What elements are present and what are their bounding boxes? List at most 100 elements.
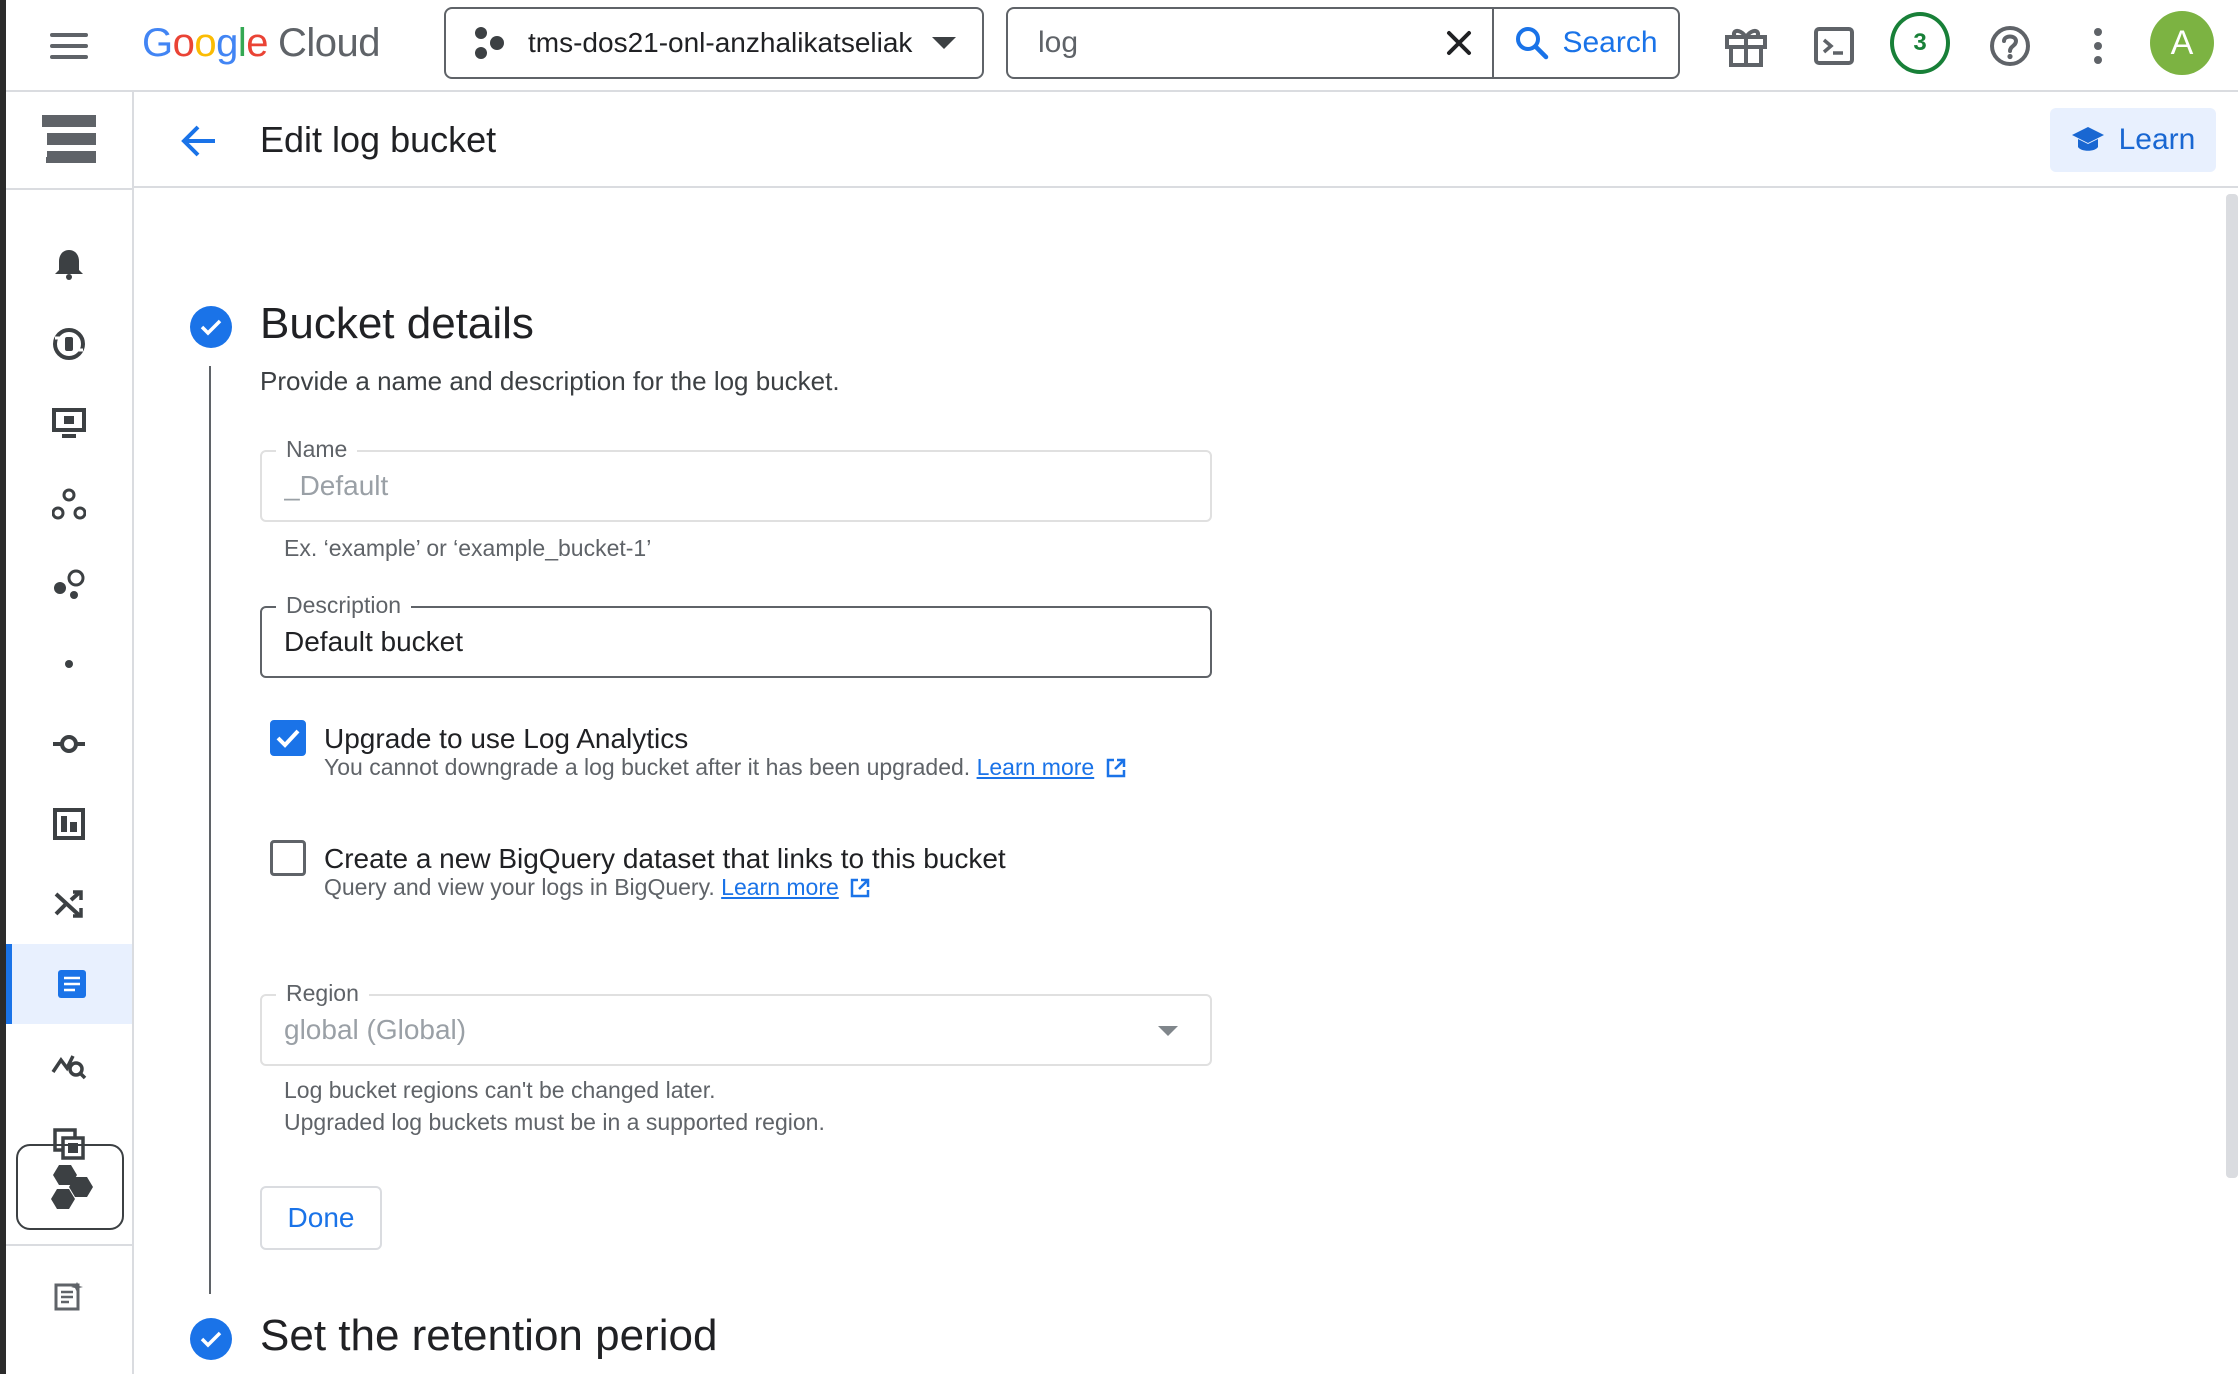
main-content: Bucket details Provide a name and descri… <box>134 190 2238 1374</box>
nav-tree-icon <box>42 115 96 163</box>
project-picker[interactable]: tms-dos21-onl-anzhalikatseliak <box>444 7 984 79</box>
dot-icon <box>65 660 73 668</box>
hexagons-icon <box>51 1165 93 1209</box>
search-input[interactable] <box>1008 9 1426 77</box>
chevron-down-icon <box>932 37 956 49</box>
bell-icon <box>55 250 83 280</box>
search-bar: Search <box>1006 7 1680 79</box>
menu-icon <box>50 33 88 37</box>
app-window: Google Cloud tms-dos21-onl-anzhalikatsel… <box>0 0 2238 1374</box>
bigquery-dataset-label[interactable]: Create a new BigQuery dataset that links… <box>324 842 1006 876</box>
rail-item-dashboards[interactable] <box>6 784 132 864</box>
rail-item-uptime[interactable] <box>6 304 132 384</box>
rail-toggle-button[interactable] <box>6 92 132 190</box>
rail-item-dot[interactable] <box>6 624 132 704</box>
open-in-new-icon <box>850 878 870 898</box>
bigquery-sub-text: Query and view your logs in BigQuery. <box>324 874 715 900</box>
region-value <box>262 996 1210 1064</box>
help-button[interactable] <box>1980 16 2040 76</box>
search-button[interactable]: Search <box>1492 9 1678 77</box>
rail-item-release-notes[interactable] <box>6 1256 132 1336</box>
search-icon <box>1516 27 1549 60</box>
rail-item-shuffle[interactable] <box>6 864 132 944</box>
trace-icon <box>54 569 85 599</box>
step-connector <box>209 366 211 1294</box>
back-button[interactable] <box>174 116 224 166</box>
rail-item-alerting[interactable] <box>6 224 132 304</box>
learn-button-label: Learn <box>2118 123 2196 156</box>
description-input[interactable] <box>262 608 1210 676</box>
cloud-shell-button[interactable] <box>1804 16 1864 76</box>
logo-letter: g <box>216 20 238 65</box>
more-options-button[interactable] <box>2068 16 2128 76</box>
main-menu-button[interactable] <box>50 24 98 68</box>
project-icon <box>472 26 506 60</box>
bigquery-learn-more-link[interactable]: Learn more <box>721 874 839 900</box>
product-nav-rail <box>6 92 134 1374</box>
uptime-icon <box>53 328 85 360</box>
learn-button[interactable]: Learn <box>2050 108 2216 172</box>
retention-period-title: Set the retention period <box>260 1311 718 1360</box>
gift-button[interactable] <box>1716 16 1776 76</box>
rail-item-logging[interactable] <box>6 944 132 1024</box>
google-cloud-logo[interactable]: Google Cloud <box>142 18 381 68</box>
bigquery-dataset-sub: Query and view your logs in BigQuery. Le… <box>324 872 871 902</box>
release-notes-icon <box>54 1282 83 1311</box>
step-complete-icon <box>190 306 232 348</box>
done-button[interactable]: Done <box>260 1186 382 1250</box>
region-select: Region <box>260 979 1212 1066</box>
search-button-label: Search <box>1562 26 1658 59</box>
logo-letter: o <box>194 20 217 65</box>
logo-google-text: Google <box>142 20 269 66</box>
upgrade-log-analytics-sub: You cannot downgrade a log bucket after … <box>324 752 1127 782</box>
step-complete-icon <box>190 1318 232 1360</box>
metrics-explorer-icon <box>51 1055 87 1080</box>
vertical-scrollbar[interactable] <box>2226 194 2238 1178</box>
account-avatar[interactable]: A <box>2150 11 2214 75</box>
rail-item-metrics[interactable] <box>6 1024 132 1104</box>
clear-search-button[interactable] <box>1426 9 1492 77</box>
name-input <box>262 452 1210 520</box>
region-helper-text-1: Log bucket regions can't be changed late… <box>284 1077 716 1103</box>
bigquery-dataset-checkbox[interactable] <box>270 840 306 876</box>
commit-icon <box>53 735 85 753</box>
upgrade-log-analytics-label[interactable]: Upgrade to use Log Analytics <box>324 722 688 756</box>
arrow-back-icon <box>181 125 215 157</box>
rail-item-commit[interactable] <box>6 704 132 784</box>
page-title: Edit log bucket <box>260 119 497 160</box>
logo-letter: G <box>142 20 173 65</box>
top-bar: Google Cloud tms-dos21-onl-anzhalikatsel… <box>6 0 2238 92</box>
upgrade-log-analytics-checkbox[interactable] <box>270 720 306 756</box>
open-in-new-icon <box>1106 758 1125 778</box>
monitor-icon <box>52 408 86 438</box>
terminal-icon <box>1814 27 1854 65</box>
service-graph-icon <box>52 488 86 520</box>
rail-item-services[interactable] <box>6 464 132 544</box>
project-name: tms-dos21-onl-anzhalikatseliak <box>528 27 913 58</box>
notifications-badge: 3 <box>1890 12 1950 74</box>
rail-pinned-product[interactable] <box>16 1144 124 1230</box>
region-helper-text-2: Upgraded log buckets must be in a suppor… <box>284 1109 825 1135</box>
school-icon <box>2071 127 2104 151</box>
name-helper-text: Ex. ‘example’ or ‘example_bucket-1’ <box>284 535 652 561</box>
rail-divider <box>6 1244 132 1246</box>
check-icon <box>276 729 300 748</box>
logo-letter: e <box>246 20 269 65</box>
page-header: Edit log bucket Learn <box>134 92 2238 188</box>
dashboard-icon <box>53 808 85 840</box>
more-vert-icon <box>2094 28 2102 64</box>
rail-item-trace[interactable] <box>6 544 132 624</box>
logo-letter: l <box>237 20 247 65</box>
description-field: Description <box>260 591 1212 678</box>
name-field: Name <box>260 435 1212 522</box>
notifications-button[interactable]: 3 <box>1890 12 1950 74</box>
upgrade-learn-more-link[interactable]: Learn more <box>977 754 1095 780</box>
help-icon <box>1990 26 2030 66</box>
chevron-down-icon <box>1158 1026 1178 1036</box>
shuffle-icon <box>54 890 83 918</box>
bucket-details-description: Provide a name and description for the l… <box>260 366 840 396</box>
bucket-details-title: Bucket details <box>260 299 534 348</box>
gift-icon <box>1725 29 1767 67</box>
rail-item-monitoring[interactable] <box>6 384 132 464</box>
logo-letter: o <box>172 20 195 65</box>
